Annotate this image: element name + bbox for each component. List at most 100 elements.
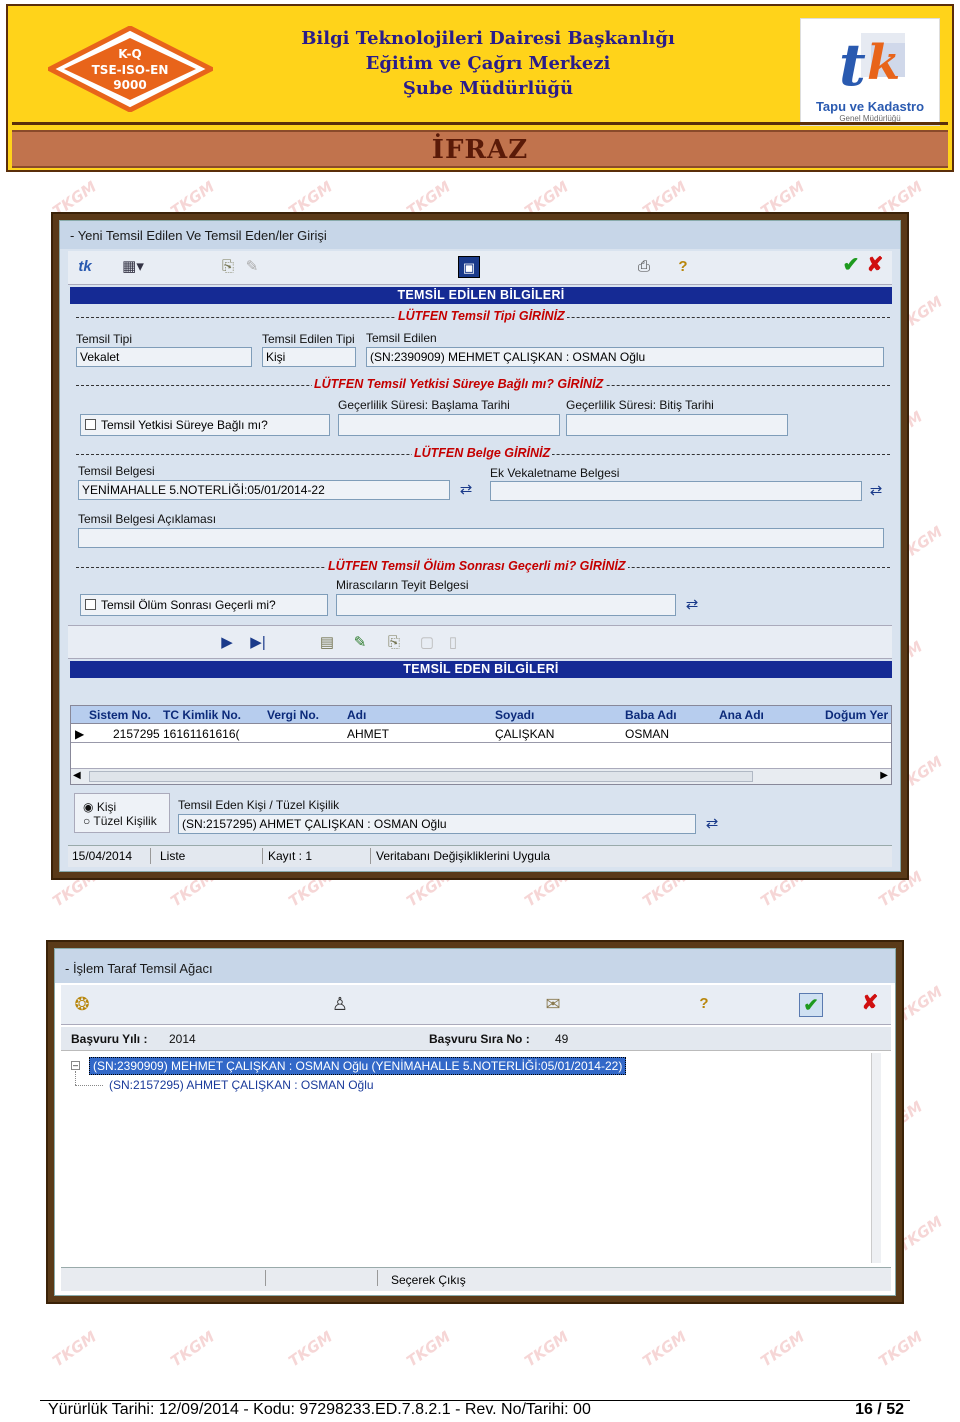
sureye-bagli-checkbox[interactable]: Temsil Yetkisi Süreye Bağlı mı? <box>80 414 330 436</box>
col-baba-adi[interactable]: Baba Adı <box>621 706 677 724</box>
save-icon[interactable]: ▣ <box>458 256 480 278</box>
scroll-right-icon[interactable]: ▶ <box>880 770 888 781</box>
cell-adi: AHMET <box>347 727 389 741</box>
col-vergi-no[interactable]: Vergi No. <box>263 706 319 724</box>
copy-doc-icon[interactable]: ⎘ <box>384 634 404 652</box>
watermark-mark: TKGM <box>521 1327 572 1371</box>
temsil-edilen-tipi-field[interactable]: Kişi <box>262 347 356 367</box>
eden-lookup-icon[interactable]: ⇄ <box>702 815 722 833</box>
row-indicator-icon: ▶ <box>75 727 85 741</box>
last-record-icon[interactable]: ▶| <box>248 634 268 652</box>
radio-kisi[interactable]: ◉ Kişi <box>83 800 116 814</box>
table-row[interactable]: ▶ 2157295 16161161616( AHMET ÇALIŞKAN OS… <box>71 725 891 743</box>
label-bitis-tarihi: Geçerlilik Süresi: Bitiş Tarihi <box>566 398 714 412</box>
status-separator <box>265 1270 266 1286</box>
temsil-belgesi-field[interactable]: YENİMAHALLE 5.NOTERLİĞİ:05/01/2014-22 <box>78 480 450 500</box>
watermark-mark: TKGM <box>403 1327 454 1371</box>
confirm-check-icon[interactable]: ✔ <box>799 993 823 1017</box>
print-icon[interactable]: ⎙ <box>634 258 654 276</box>
tree-node-root[interactable]: (SN:2390909) MEHMET ÇALIŞKAN : OSMAN Oğl… <box>89 1057 627 1075</box>
person-icon[interactable]: ♙ <box>331 995 349 1013</box>
confirm-check-icon[interactable]: ✔ <box>840 255 862 275</box>
temsil-eden-field[interactable]: (SN:2157295) AHMET ÇALIŞKAN : OSMAN Oğlu <box>178 814 696 834</box>
prompt-sure: LÜTFEN Temsil Yetkisi Süreye Bağlı mı? G… <box>312 377 606 391</box>
kisi-tipi-radio-group: ◉ Kişi ○ Tüzel Kişilik <box>74 793 170 833</box>
mirascilar-teyit-field[interactable] <box>336 594 676 616</box>
header-line-1: Bilgi Teknolojileri Dairesi Başkanlığı <box>301 28 675 49</box>
label-temsil-belgesi: Temsil Belgesi <box>78 464 155 478</box>
vertical-scrollbar[interactable] <box>871 1053 881 1263</box>
watermark-mark: TKGM <box>757 1327 808 1371</box>
olum-sonrasi-checkbox[interactable]: Temsil Ölüm Sonrası Geçerli mi? <box>80 594 328 616</box>
section-banner: İFRAZ <box>12 130 948 168</box>
status-count: Kayıt : 1 <box>268 849 313 863</box>
col-soyadi[interactable]: Soyadı <box>491 706 534 724</box>
col-sistem-no[interactable]: Sistem No. <box>85 706 151 724</box>
tree-connector <box>75 1085 103 1086</box>
col-dogum-yeri[interactable]: Doğum Yer <box>821 706 888 724</box>
checkbox-box[interactable] <box>85 599 96 610</box>
bitis-tarihi-field[interactable] <box>566 414 788 436</box>
cancel-x-icon[interactable]: ✘ <box>864 255 886 275</box>
scroll-left-icon[interactable]: ◀ <box>73 770 81 781</box>
next-record-icon[interactable]: ▶ <box>218 634 236 652</box>
status-date: 15/04/2014 <box>72 849 133 863</box>
status-separator <box>370 848 371 864</box>
edit-doc-icon[interactable]: ✎ <box>350 634 370 652</box>
mirascilar-lookup-icon[interactable]: ⇄ <box>682 596 702 614</box>
temsil-tipi-field[interactable]: Vekalet <box>76 347 252 367</box>
tree-collapse-icon[interactable]: – <box>71 1061 80 1070</box>
tk-logo-mark-icon: t k <box>839 31 905 99</box>
tree-node-child[interactable]: (SN:2157295) AHMET ÇALIŞKAN : OSMAN Oğlu <box>109 1077 374 1095</box>
document-scroll-icon[interactable]: ✉ <box>541 995 565 1013</box>
cancel-x-icon[interactable]: ✘ <box>859 993 881 1013</box>
col-tc-kimlik[interactable]: TC Kimlik No. <box>159 706 241 724</box>
watermark-mark: TKGM <box>639 1327 690 1371</box>
document-header: K-Q TSE-ISO-EN 9000 Bilgi Teknolojileri … <box>6 4 954 172</box>
prompt-olum: LÜTFEN Temsil Ölüm Sonrası Geçerli mi? G… <box>326 559 628 573</box>
screenshot-frame-1: - Yeni Temsil Edilen Ve Temsil Eden/ler … <box>51 212 909 880</box>
label-baslama-tarihi: Geçerlilik Süresi: Başlama Tarihi <box>338 398 510 412</box>
svg-text:k: k <box>867 35 900 91</box>
ek-belge-lookup-icon[interactable]: ⇄ <box>866 482 886 500</box>
radio-tuzel[interactable]: ○ Tüzel Kişilik <box>83 814 157 828</box>
help-icon[interactable]: ? <box>674 258 692 276</box>
belge-lookup-icon[interactable]: ⇄ <box>456 481 476 499</box>
copy-icon[interactable]: ⎘ <box>218 258 238 276</box>
olum-sonrasi-label: Temsil Ölüm Sonrası Geçerli mi? <box>101 598 276 612</box>
grid-menu-icon[interactable]: ▦▾ <box>120 258 146 276</box>
emblem-icon: ❂ <box>74 994 90 1014</box>
baslama-tarihi-field[interactable] <box>338 414 560 436</box>
section-temsil-edilen: TEMSİL EDİLEN BİLGİLERİ <box>70 287 892 304</box>
cell-sistem-no: 2157295 <box>113 727 160 741</box>
watermark-mark: TKGM <box>285 1327 336 1371</box>
col-ana-adi[interactable]: Ana Adı <box>715 706 764 724</box>
tree-window: - İşlem Taraf Temsil Ağacı ❂ ♙ ✉ ? ✔ ✘ B… <box>54 948 896 1296</box>
radio-kisi-label: Kişi <box>96 800 117 814</box>
apply-db-changes-button[interactable]: Veritabanı Değişikliklerini Uygula <box>376 846 550 866</box>
ek-vekaletname-field[interactable] <box>490 481 862 501</box>
col-adi[interactable]: Adı <box>343 706 366 724</box>
label-basvuru-sira: Başvuru Sıra No : <box>429 1032 530 1046</box>
cell-soyadi: ÇALIŞKAN <box>495 727 555 741</box>
secerek-cikis-button[interactable]: Seçerek Çıkış <box>391 1270 466 1290</box>
kq-certification-logo: K-Q TSE-ISO-EN 9000 <box>48 26 213 112</box>
banner-title: İFRAZ <box>431 135 529 165</box>
grid-header: Sistem No. TC Kimlik No. Vergi No. Adı S… <box>71 706 891 724</box>
label-belge-aciklamasi: Temsil Belgesi Açıklaması <box>78 512 217 526</box>
navigation-toolbar: ▶ ▶| ▤ ✎ ⎘ ▢ ▯ <box>68 625 892 659</box>
status-separator <box>377 1270 378 1286</box>
form-window: - Yeni Temsil Edilen Ve Temsil Eden/ler … <box>59 220 901 872</box>
horizontal-scrollbar[interactable]: ◀ ▶ <box>71 768 891 784</box>
label-temsil-edilen: Temsil Edilen <box>366 331 437 345</box>
temsil-edilen-field[interactable]: (SN:2390909) MEHMET ÇALIŞKAN : OSMAN Oğl… <box>366 347 884 367</box>
screenshot-frame-2: - İşlem Taraf Temsil Ağacı ❂ ♙ ✉ ? ✔ ✘ B… <box>46 940 904 1304</box>
new-doc-icon[interactable]: ▤ <box>318 634 336 652</box>
basvuru-sira-value: 49 <box>555 1032 569 1046</box>
checkbox-box[interactable] <box>85 419 96 430</box>
belge-aciklamasi-field[interactable] <box>78 528 884 548</box>
watermark-mark: TKGM <box>875 1327 926 1371</box>
help-icon[interactable]: ? <box>695 995 713 1013</box>
scrollbar-thumb[interactable] <box>89 771 753 782</box>
app-logo-icon: tk <box>78 258 92 275</box>
